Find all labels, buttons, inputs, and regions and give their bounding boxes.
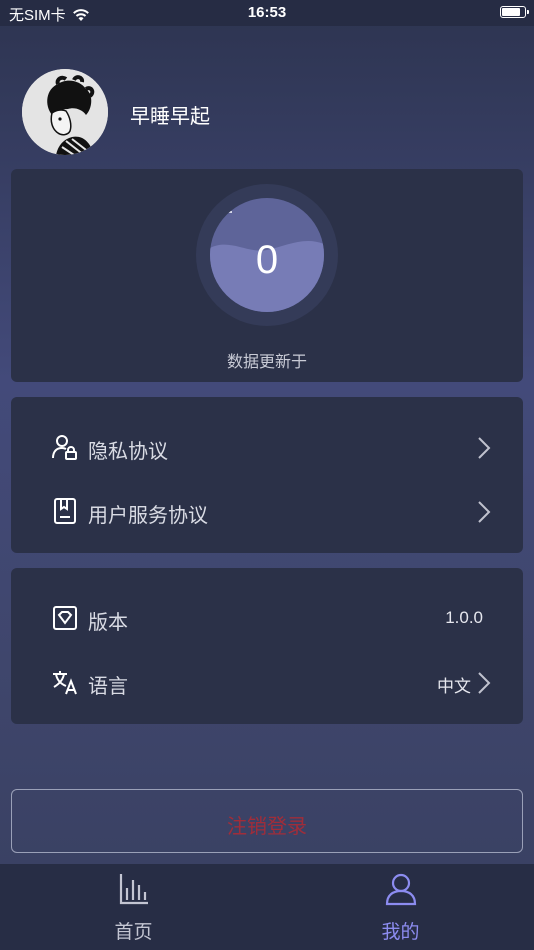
zzz-icon: [210, 198, 235, 220]
sleep-gauge: 0: [210, 198, 324, 312]
tab-mine-label: 我的: [381, 922, 420, 943]
chevron-right-icon: [478, 437, 491, 459]
avatar[interactable]: [22, 69, 108, 155]
translate-icon: [53, 671, 77, 695]
document-icon: [54, 498, 76, 524]
status-bar: 无SIM卡 16:53: [0, 0, 534, 26]
bar-chart-icon: [119, 874, 148, 905]
sleep-value: 0: [255, 238, 279, 282]
settings-card: 版本 1.0.0 语言 中文: [11, 568, 523, 724]
version-value: 1.0.0: [445, 608, 483, 627]
privacy-policy-label: 隐私协议: [88, 441, 168, 463]
battery-icon: [500, 6, 529, 18]
language-value: 中文: [437, 677, 471, 696]
language-label: 语言: [88, 676, 128, 698]
tab-home[interactable]: 首页: [0, 864, 267, 950]
user-lock-icon: [52, 435, 77, 460]
user-agreement-row[interactable]: 用户服务协议: [11, 481, 523, 541]
language-row[interactable]: 语言 中文: [11, 652, 523, 712]
tab-home-label: 首页: [114, 922, 153, 943]
person-icon: [385, 873, 417, 906]
version-icon: [53, 606, 77, 630]
agreements-card: 隐私协议 用户服务协议: [11, 397, 523, 553]
chevron-right-icon: [478, 501, 491, 523]
user-agreement-label: 用户服务协议: [88, 505, 208, 527]
tab-mine[interactable]: 我的: [267, 864, 534, 950]
chevron-right-icon: [478, 672, 491, 694]
version-label: 版本: [88, 612, 128, 634]
logout-label: 注销登录: [227, 816, 307, 838]
privacy-policy-row[interactable]: 隐私协议: [11, 417, 523, 477]
logout-button[interactable]: 注销登录: [11, 789, 523, 853]
username: 早睡早起: [130, 106, 210, 128]
update-text: 数据更新于: [226, 354, 307, 371]
avatar-illustration: [22, 69, 108, 155]
clock: 16:53: [247, 4, 287, 21]
version-row: 版本 1.0.0: [11, 588, 523, 648]
sleep-ring: 0: [196, 184, 338, 326]
sleep-card: 0 数据更新于: [11, 169, 523, 382]
tab-bar: 首页 我的: [0, 864, 534, 950]
